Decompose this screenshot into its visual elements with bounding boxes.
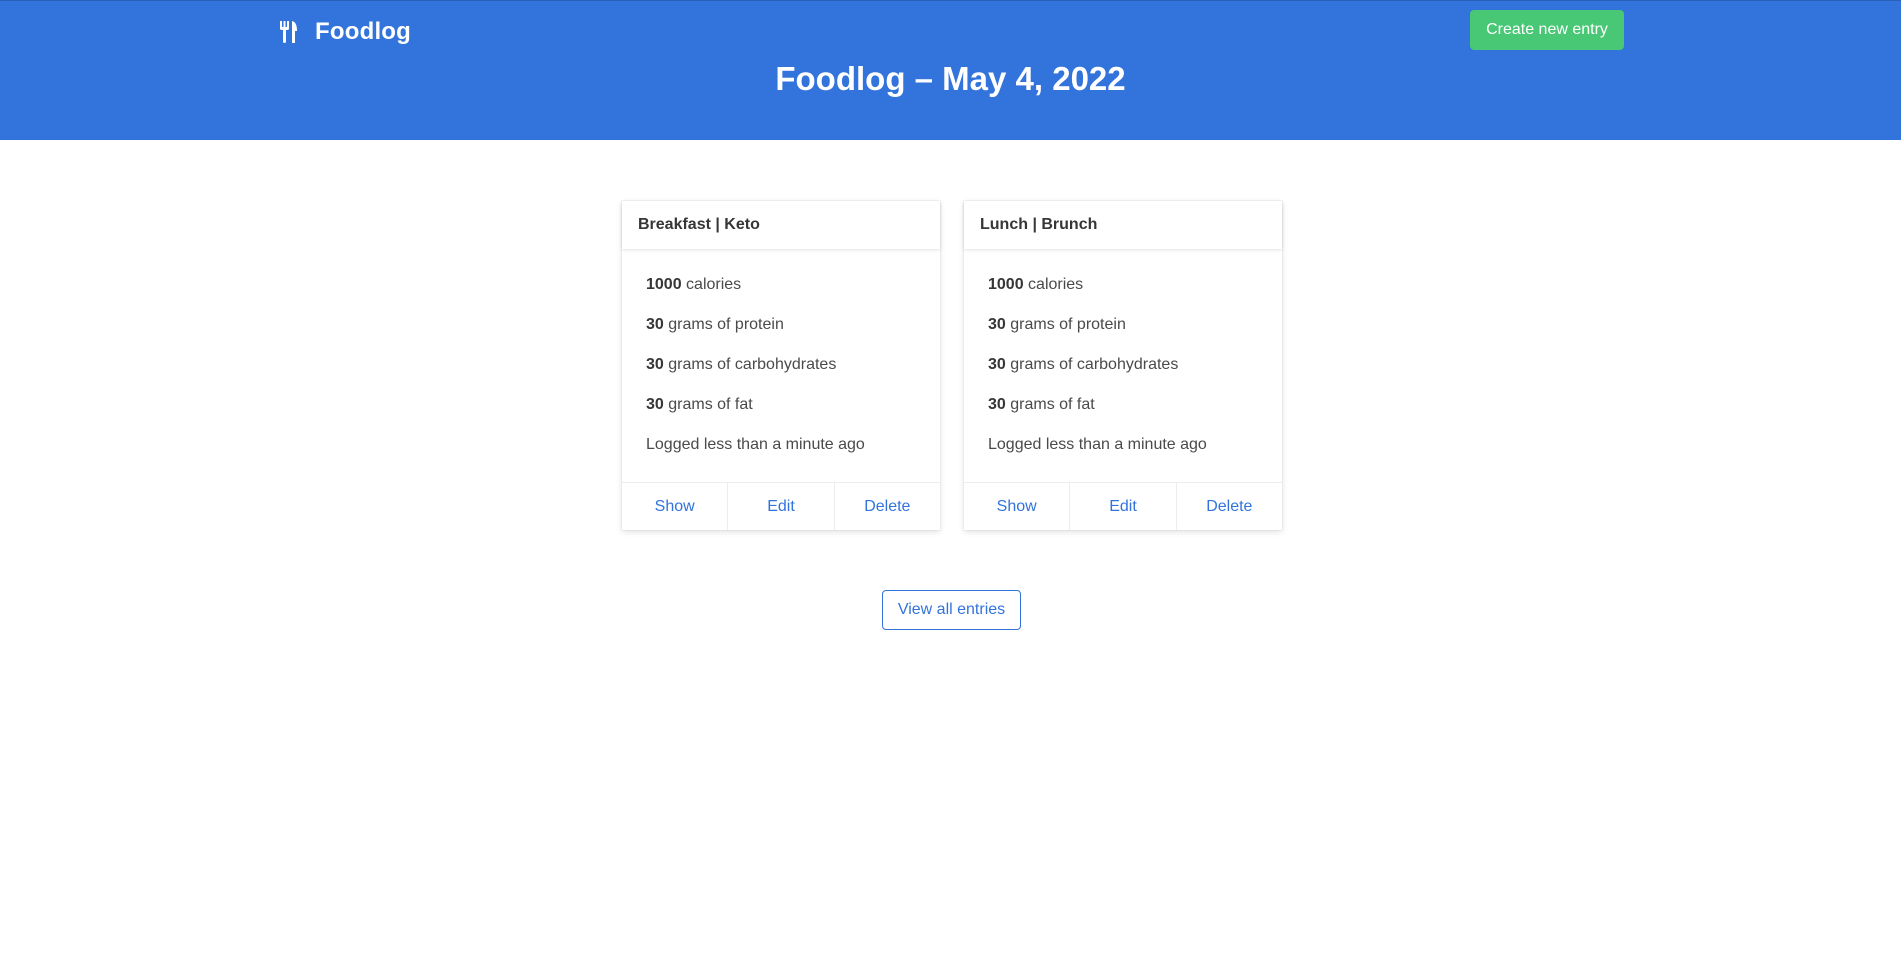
fat-value: 30	[988, 396, 1006, 413]
fat-label: grams of fat	[663, 396, 753, 413]
calories-line: 1000 calories	[646, 275, 916, 315]
fat-line: 30 grams of fat	[988, 395, 1258, 435]
logged-time: Logged less than a minute ago	[646, 436, 865, 453]
create-new-entry-button[interactable]: Create new entry	[1470, 10, 1624, 50]
protein-value: 30	[646, 316, 664, 333]
card-footer: Show Edit Delete	[964, 482, 1282, 530]
fat-line: 30 grams of fat	[646, 395, 916, 435]
carbs-label: grams of carbohydrates	[663, 356, 837, 373]
card-title: Breakfast | Keto	[638, 216, 760, 233]
show-link[interactable]: Show	[964, 483, 1069, 530]
card-header: Lunch | Brunch	[964, 201, 1282, 249]
hero-header: Foodlog Create new entry Foodlog – May 4…	[0, 0, 1901, 140]
protein-line: 30 grams of protein	[988, 315, 1258, 355]
carbs-line: 30 grams of carbohydrates	[988, 355, 1258, 395]
show-link[interactable]: Show	[622, 483, 727, 530]
card-content: 1000 calories 30 grams of protein 30 gra…	[622, 249, 940, 482]
calories-label: calories	[681, 276, 742, 293]
utensils-icon	[279, 21, 299, 43]
delete-link[interactable]: Delete	[1175, 483, 1282, 530]
carbs-value: 30	[646, 356, 664, 373]
calories-label: calories	[1023, 276, 1084, 293]
fat-label: grams of fat	[1005, 396, 1095, 413]
card-content: 1000 calories 30 grams of protein 30 gra…	[964, 249, 1282, 482]
protein-line: 30 grams of protein	[646, 315, 916, 355]
card-title: Lunch | Brunch	[980, 216, 1098, 233]
protein-value: 30	[988, 316, 1006, 333]
card-footer: Show Edit Delete	[622, 482, 940, 530]
fat-value: 30	[646, 396, 664, 413]
entry-card: Breakfast | Keto 1000 calories 30 grams …	[622, 201, 940, 530]
brand[interactable]: Foodlog	[279, 15, 411, 49]
calories-line: 1000 calories	[988, 275, 1258, 315]
logged-time: Logged less than a minute ago	[988, 436, 1207, 453]
calories-value: 1000	[988, 276, 1024, 293]
page-title: Foodlog – May 4, 2022	[775, 60, 1126, 97]
edit-link[interactable]: Edit	[727, 483, 833, 530]
brand-name: Foodlog	[315, 18, 412, 45]
delete-link[interactable]: Delete	[833, 483, 940, 530]
calories-value: 1000	[646, 276, 682, 293]
entry-card: Lunch | Brunch 1000 calories 30 grams of…	[964, 201, 1282, 530]
view-all-entries-button[interactable]: View all entries	[882, 590, 1021, 630]
protein-label: grams of protein	[1005, 316, 1126, 333]
edit-link[interactable]: Edit	[1069, 483, 1175, 530]
carbs-label: grams of carbohydrates	[1005, 356, 1179, 373]
carbs-line: 30 grams of carbohydrates	[646, 355, 916, 395]
carbs-value: 30	[988, 356, 1006, 373]
card-header: Breakfast | Keto	[622, 201, 940, 249]
protein-label: grams of protein	[663, 316, 784, 333]
entries-grid: Breakfast | Keto 1000 calories 30 grams …	[622, 201, 1282, 531]
